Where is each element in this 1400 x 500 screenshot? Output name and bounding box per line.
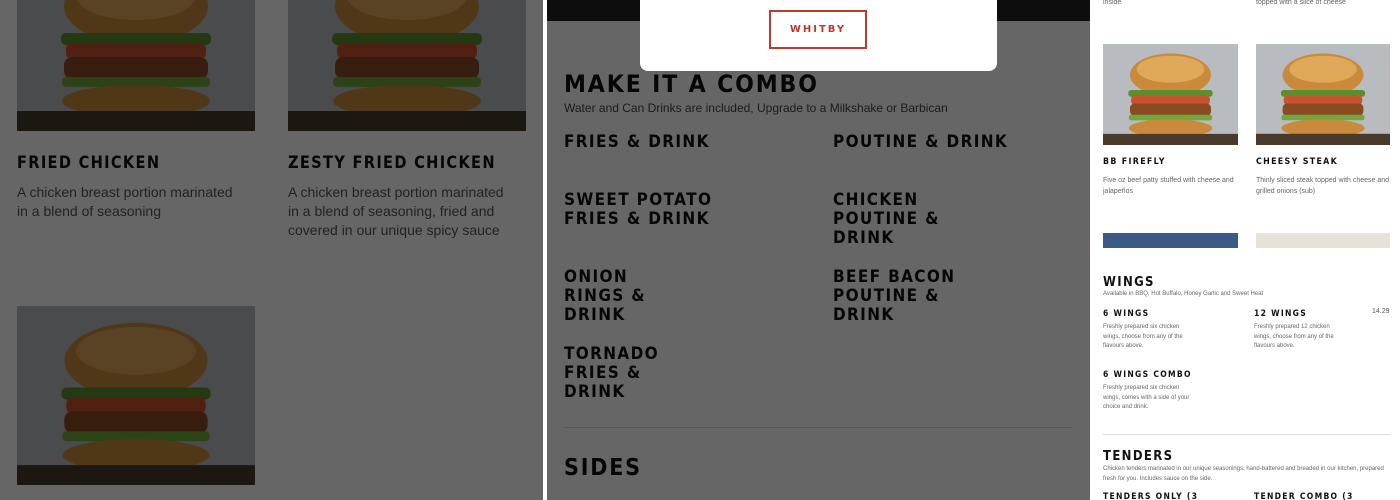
- item-title: TENDERS ONLY (3: [1103, 492, 1199, 500]
- item-description: Five oz beef patty stuffed with cheese a…: [1103, 177, 1234, 195]
- menu-panel-burgers: FRIED CHICKEN A chicken breast portion m…: [0, 0, 543, 500]
- bb-firefly-image: [1103, 44, 1238, 145]
- item-image-partial: [1103, 233, 1238, 248]
- section-subtitle: Chicken tenders marinated in our unique …: [1103, 466, 1384, 482]
- combo-item[interactable]: TORNADO FRIES & DRINK: [564, 345, 699, 402]
- fried-chicken-burger-image: [17, 0, 255, 131]
- item-title: 12 WINGS: [1254, 309, 1307, 319]
- veggie-burger-image: [17, 306, 255, 485]
- item-title: TENDER COMBO (3: [1254, 492, 1354, 500]
- item-title: CHEESY STEAK: [1256, 157, 1339, 167]
- item-title: FRIED CHICKEN: [17, 153, 161, 173]
- zesty-chicken-burger-image: [288, 0, 526, 131]
- menu-panel-burgers-small: inside topped with a slice of cheese BB …: [1094, 0, 1400, 248]
- divider: [564, 427, 1072, 428]
- menu-panel-combos: MAKE IT A COMBO Water and Can Drinks are…: [547, 0, 1090, 500]
- item-description: Freshly prepared six chicken wings, come…: [1103, 385, 1190, 410]
- item-description: inside: [1103, 0, 1122, 6]
- section-title: SIDES: [564, 455, 642, 481]
- item-description: A chicken breast portion marinated in a …: [17, 184, 233, 219]
- location-button-whitby[interactable]: WHITBY: [769, 10, 867, 49]
- item-description: Freshly prepared six chicken wings, choo…: [1103, 324, 1183, 349]
- item-description: Thinly sliced steak topped with cheese a…: [1256, 177, 1390, 195]
- section-title: MAKE IT A COMBO: [564, 70, 819, 98]
- item-description: topped with a slice of cheese: [1256, 0, 1346, 6]
- section-subtitle: Available in BBQ, Hot Buffalo, Honey Gar…: [1103, 291, 1264, 297]
- divider: [1103, 434, 1391, 435]
- item-title: 6 WINGS COMBO: [1103, 370, 1192, 380]
- combo-item[interactable]: POUTINE & DRINK: [833, 133, 1013, 152]
- item-title: BB FIREFLY: [1103, 157, 1166, 167]
- location-modal: WHITBY: [640, 0, 997, 71]
- item-image-partial: [1256, 233, 1390, 248]
- combo-item[interactable]: SWEET POTATO FRIES & DRINK: [564, 191, 717, 229]
- combo-item[interactable]: BEEF BACON POUTINE & DRINK: [833, 268, 995, 325]
- combo-item[interactable]: FRIES & DRINK: [564, 133, 744, 152]
- item-price: 14.29: [1372, 308, 1390, 315]
- item-description: Freshly prepared 12 chicken wings, choos…: [1254, 324, 1334, 349]
- cheesy-steak-image: [1256, 44, 1390, 145]
- section-title: WINGS: [1103, 275, 1155, 290]
- item-title: ZESTY FRIED CHICKEN: [288, 153, 496, 173]
- item-title: 6 WINGS: [1103, 309, 1150, 319]
- menu-panel-wings: WINGS Available in BBQ, Hot Buffalo, Hon…: [1094, 252, 1400, 500]
- section-subtitle: Water and Can Drinks are included, Upgra…: [564, 101, 948, 115]
- combo-item[interactable]: ONION RINGS & DRINK: [564, 268, 681, 325]
- section-title: TENDERS: [1103, 449, 1174, 464]
- combo-item[interactable]: CHICKEN POUTINE & DRINK: [833, 191, 986, 248]
- item-description: A chicken breast portion marinated in a …: [288, 184, 504, 238]
